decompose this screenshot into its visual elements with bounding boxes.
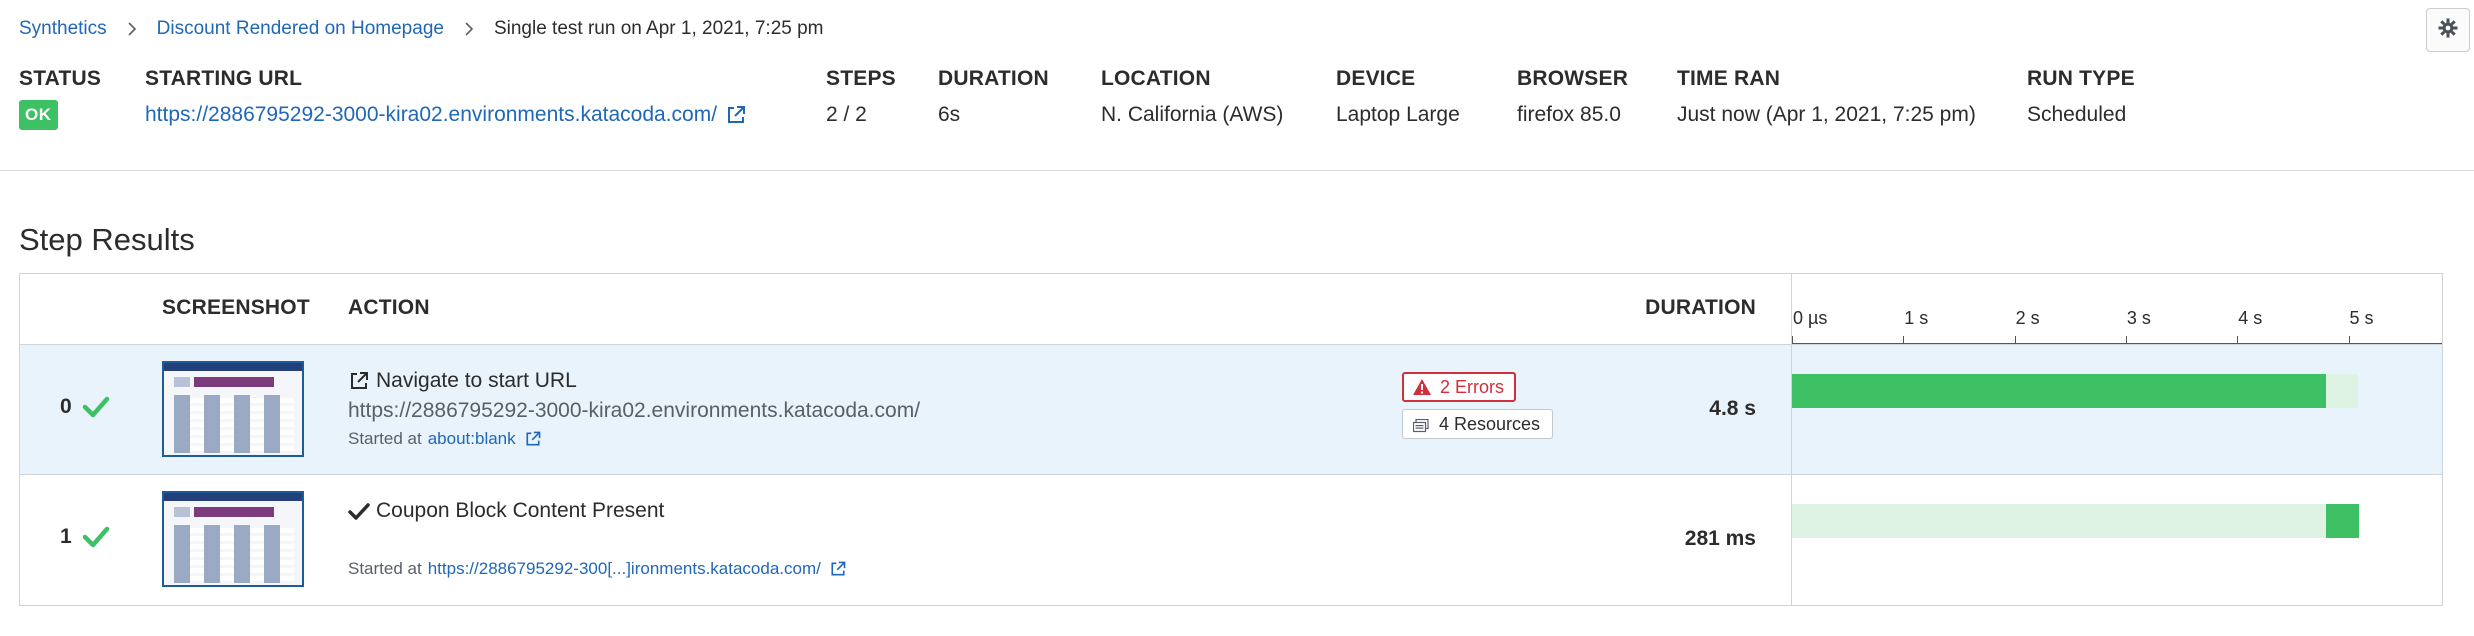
timeline-tick-mark xyxy=(2348,336,2350,344)
timeline-tick-label: 0 µs xyxy=(1793,308,1828,328)
header-duration: DURATION xyxy=(1645,296,1756,319)
status-badge: OK xyxy=(19,100,58,130)
summary-browser: BROWSER firefox 85.0 xyxy=(1517,64,1628,132)
external-link-icon[interactable] xyxy=(725,104,747,126)
step-started-at: Started at about:blank xyxy=(348,429,542,449)
external-link-icon xyxy=(348,370,370,392)
step-action-label: Coupon Block Content Present xyxy=(376,499,665,522)
browser-label: BROWSER xyxy=(1517,67,1629,90)
step-action-title: Navigate to start URL xyxy=(348,369,577,393)
duration-label: DURATION xyxy=(938,67,1049,90)
errors-badge[interactable]: 2 Errors xyxy=(1402,372,1517,402)
summary-location: LOCATION N. California (AWS) xyxy=(1101,64,1283,132)
warning-icon xyxy=(1412,378,1432,396)
timeline-tick-mark xyxy=(2237,336,2239,344)
table-row[interactable]: 0 Navigate to start URL https://28867952… xyxy=(20,344,2442,475)
summary-run-type: RUN TYPE Scheduled xyxy=(2027,64,2135,132)
device-value: Laptop Large xyxy=(1336,103,1460,126)
external-link-icon[interactable] xyxy=(524,430,542,448)
duration-value: 6s xyxy=(938,103,961,126)
started-url-link[interactable]: about:blank xyxy=(428,429,516,449)
step-screenshot-thumbnail[interactable] xyxy=(162,361,304,457)
step-index: 0 xyxy=(60,395,110,419)
timeline-axis: 0 µs 1 s 2 s 3 s 4 s 5 s xyxy=(1792,308,2442,344)
resources-icon xyxy=(1412,417,1429,433)
location-label: LOCATION xyxy=(1101,67,1211,90)
timeline-tick-mark xyxy=(1792,336,1793,344)
timeline-bar[interactable] xyxy=(1792,374,2327,408)
settings-button[interactable] xyxy=(2426,8,2470,52)
steps-label: STEPS xyxy=(826,67,896,90)
step-duration: 281 ms xyxy=(1684,527,1756,550)
divider xyxy=(0,170,2474,171)
timeline-track xyxy=(1792,504,2360,538)
breadcrumb: Synthetics Discount Rendered on Homepage… xyxy=(19,17,824,41)
starting-url-link[interactable]: https://2886795292-3000-kira02.environme… xyxy=(145,98,717,132)
summary-device: DEVICE Laptop Large xyxy=(1336,64,1460,132)
summary-status: STATUS OK xyxy=(19,64,101,132)
status-label: STATUS xyxy=(19,67,102,90)
device-label: DEVICE xyxy=(1336,67,1416,90)
timeline-axis-line xyxy=(1792,343,2442,344)
resources-badge-label: 4 Resources xyxy=(1439,413,1541,434)
header-action: ACTION xyxy=(348,296,430,319)
summary-steps: STEPS 2 / 2 xyxy=(826,64,896,132)
gear-icon xyxy=(2438,18,2458,43)
step-duration: 4.8 s xyxy=(1709,397,1756,420)
timeline-tick-mark xyxy=(1903,336,1905,344)
timeline-tick-label: 4 s xyxy=(2238,308,2263,328)
timeline-tick-mark xyxy=(2014,336,2016,344)
step-started-at: Started at https://2886795292-300[...]ir… xyxy=(348,559,847,579)
breadcrumb-test[interactable]: Discount Rendered on Homepage xyxy=(157,18,444,40)
timeline-tick-mark xyxy=(2125,336,2127,344)
step-index: 1 xyxy=(60,525,110,549)
chevron-right-icon xyxy=(462,22,476,36)
time-ran-label: TIME RAN xyxy=(1677,67,1781,90)
summary-duration: DURATION 6s xyxy=(938,64,1049,132)
run-type-value: Scheduled xyxy=(2027,103,2127,126)
timeline-tick-label: 3 s xyxy=(2126,308,2151,328)
section-title-step-results: Step Results xyxy=(19,222,195,257)
time-ran-value: Just now (Apr 1, 2021, 7:25 pm) xyxy=(1677,103,1976,126)
check-icon xyxy=(348,500,370,522)
chevron-right-icon xyxy=(125,22,139,36)
step-action-label: Navigate to start URL xyxy=(376,369,577,392)
step-results-table: SCREENSHOT ACTION DURATION 0 Navigate to… xyxy=(19,273,2443,606)
timeline-bar[interactable] xyxy=(2326,504,2360,538)
timeline-tick-label: 5 s xyxy=(2349,308,2374,328)
step-screenshot-thumbnail[interactable] xyxy=(162,491,304,587)
breadcrumb-synthetics[interactable]: Synthetics xyxy=(19,18,107,40)
steps-value: 2 / 2 xyxy=(826,103,867,126)
errors-badge-label: 2 Errors xyxy=(1440,376,1505,397)
browser-value: firefox 85.0 xyxy=(1517,103,1621,126)
timeline-tick-label: 1 s xyxy=(1904,308,1929,328)
step-action-title: Coupon Block Content Present xyxy=(348,499,664,523)
starting-url-label: STARTING URL xyxy=(145,67,303,90)
check-icon xyxy=(82,395,110,419)
check-icon xyxy=(82,525,110,549)
step-action-url: https://2886795292-3000-kira02.environme… xyxy=(348,399,921,422)
started-url-link[interactable]: https://2886795292-300[...]ironments.kat… xyxy=(428,559,821,579)
location-value: N. California (AWS) xyxy=(1101,103,1284,126)
resources-badge[interactable]: 4 Resources xyxy=(1402,409,1554,439)
step-index-number: 0 xyxy=(60,395,72,418)
started-label: Started at xyxy=(348,429,422,448)
timeline-tick-label: 2 s xyxy=(2015,308,2040,328)
step-index-number: 1 xyxy=(60,525,72,548)
started-label: Started at xyxy=(348,559,422,578)
run-type-label: RUN TYPE xyxy=(2027,67,2135,90)
header-screenshot: SCREENSHOT xyxy=(162,296,310,319)
summary-starting-url: STARTING URL https://2886795292-3000-kir… xyxy=(145,64,747,132)
external-link-icon[interactable] xyxy=(829,560,847,578)
timeline-track xyxy=(1792,374,2358,408)
table-row[interactable]: 1 Coupon Block Content Present Started a… xyxy=(20,475,2442,605)
breadcrumb-current: Single test run on Apr 1, 2021, 7:25 pm xyxy=(493,18,824,39)
summary-time-ran: TIME RAN Just now (Apr 1, 2021, 7:25 pm) xyxy=(1677,64,1976,132)
